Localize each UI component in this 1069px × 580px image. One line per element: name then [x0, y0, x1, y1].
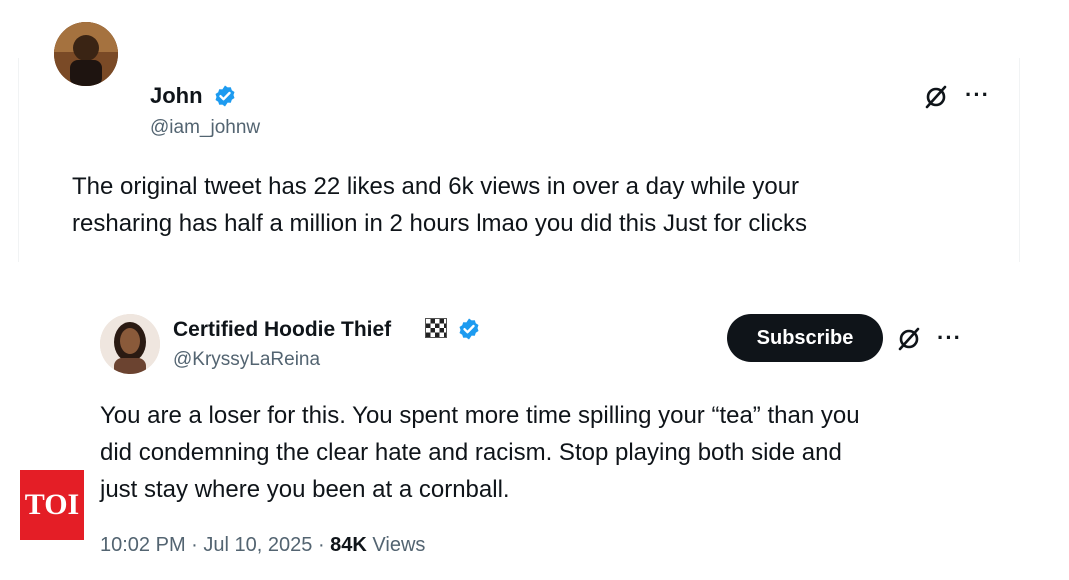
more-icon[interactable]: ···	[937, 327, 962, 349]
author-handle[interactable]: @iam_johnw	[150, 116, 260, 140]
views-label: Views	[372, 534, 426, 556]
avatar-kryssy[interactable]	[100, 314, 160, 374]
checkered-flag-icon	[425, 318, 447, 338]
tweet-text-line-1: The original tweet has 22 likes and 6k v…	[72, 173, 800, 200]
avatar-image	[54, 22, 118, 86]
tweet-date[interactable]: Jul 10, 2025	[203, 534, 312, 556]
grok-icon[interactable]	[923, 84, 949, 110]
views-count: 84K	[330, 534, 367, 556]
tweet-text-line-1: You are a loser for this. You spent more…	[100, 402, 860, 429]
verified-badge-icon	[215, 85, 235, 107]
more-icon[interactable]: ···	[965, 84, 990, 106]
tweet-text-line-3: just stay where you been at a cornball.	[100, 476, 510, 503]
author-handle[interactable]: @KryssyLaReina	[173, 348, 320, 372]
separator: ·	[191, 534, 204, 556]
verified-badge-icon	[459, 318, 479, 340]
tweet-text-line-2: resharing has half a million in 2 hours …	[72, 210, 807, 237]
tweet-meta: 10:02 PM · Jul 10, 2025 · 84K Views	[100, 534, 425, 557]
toi-logo: TOI	[20, 470, 84, 540]
avatar-john[interactable]	[54, 22, 118, 86]
avatar-image	[100, 314, 160, 374]
toi-logo-text: TOI	[24, 488, 80, 521]
tweet-text-line-2: did condemning the clear hate and racism…	[100, 439, 842, 466]
separator: ·	[317, 534, 331, 556]
author-name[interactable]: John	[150, 83, 203, 109]
grok-icon[interactable]	[896, 326, 922, 352]
subscribe-button[interactable]: Subscribe	[727, 314, 883, 362]
author-name[interactable]: Certified Hoodie Thief	[173, 317, 391, 343]
tweet-time[interactable]: 10:02 PM	[100, 534, 186, 556]
